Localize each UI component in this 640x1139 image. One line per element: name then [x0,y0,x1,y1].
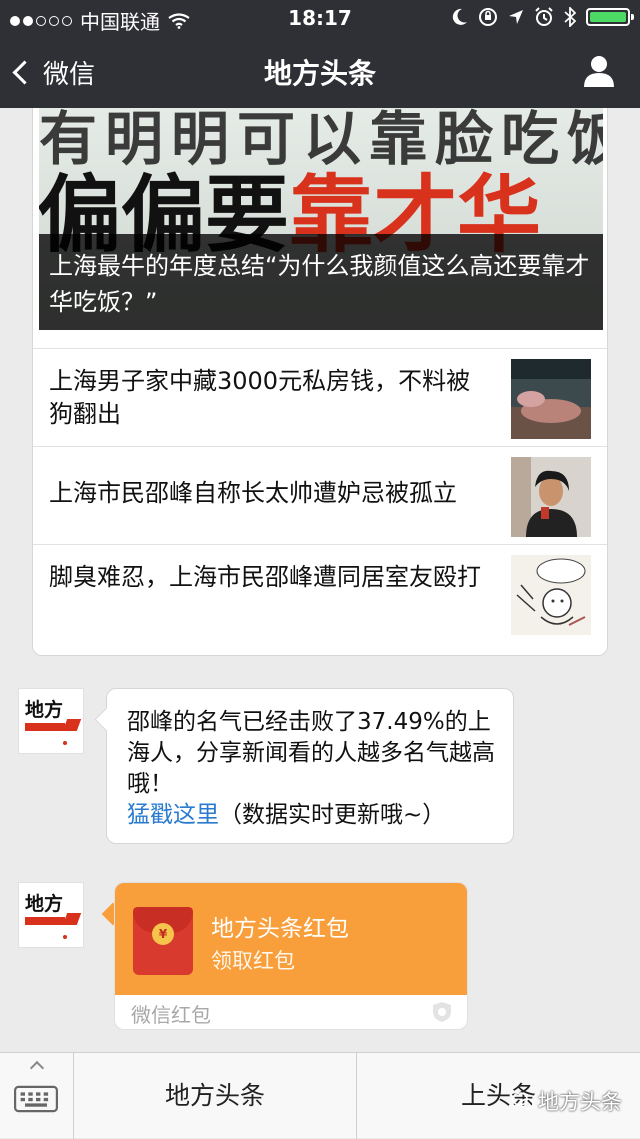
shield-icon [433,1002,451,1022]
logo-flag [62,719,82,731]
logo-dot [63,935,67,939]
red-packet-title: 地方头条红包 [211,916,349,942]
account-avatar[interactable]: 地方 [18,688,84,754]
message-bubble: 邵峰的名气已经击败了37.49%的上海人，分享新闻看的人越多名气越高哦！ 猛戳这… [106,688,514,844]
hero-article[interactable]: 有明明可以靠脸吃饭 偏偏要靠才华 上海最牛的年度总结“为什么我颜值这么高还要靠才… [39,108,603,330]
red-packet-subtitle: 领取红包 [211,949,295,973]
red-packet-body: ¥ 地方头条红包 领取红包 [115,883,467,995]
alarm-icon [535,7,553,26]
news-thumbnail-person [511,457,591,537]
message-suffix: （数据实时更新哦~） [219,802,446,828]
keyboard-icon [14,1085,58,1113]
page-title: 地方头条 [263,57,376,90]
news-list-item[interactable]: 上海市民邵峰自称长太帅遭妒忌被孤立 [33,446,607,544]
message-text-block: 邵峰的名气已经击败了37.49%的上海人，分享新闻看的人越多名气越高哦！ 猛戳这… [127,707,499,831]
bluetooth-icon [564,7,576,27]
menu-tab-difang[interactable]: 地方头条 [74,1053,357,1139]
account-avatar[interactable]: 地方 [18,882,84,948]
red-packet-message[interactable]: ¥ 地方头条红包 领取红包 微信红包 [114,882,468,1030]
news-list-item[interactable]: 脚臭难忍，上海市民邵峰遭同居室友殴打 [33,544,607,642]
news-thumbnail-cartoon [511,555,591,635]
lock-rotation-icon [479,8,497,26]
watermark-text: 地方头条 [538,1090,622,1114]
moon-icon [452,8,467,25]
news-title: 脚臭难忍，上海市民邵峰遭同居室友殴打 [49,563,481,591]
logo-dot [63,741,67,745]
watermark: 地方头条 [512,1086,622,1116]
avatar-logo-text: 地方 [25,893,64,915]
news-title: 上海市民邵峰自称长太帅遭妒忌被孤立 [49,479,457,507]
location-icon [509,10,523,24]
red-envelope-icon: ¥ [133,907,193,975]
logo-stripe [25,917,65,925]
wechat-logo-icon [512,1092,534,1110]
message-text: 邵峰的名气已经击败了37.49%的上海人，分享新闻看的人越多名气越高哦！ [127,709,495,797]
hero-headline: 上海最牛的年度总结“为什么我颜值这么高还要靠才华吃饭？” [49,252,590,316]
battery-icon [586,8,634,26]
profile-icon[interactable] [582,54,616,88]
status-bar: 中国联通 18:17 [0,0,640,36]
logo-stripe [25,723,65,731]
red-packet-footer: 微信红包 [131,1003,211,1027]
news-title: 上海男子家中藏3000元私房钱，不料被狗翻出 [49,367,471,428]
logo-flag [62,913,82,925]
caret-up-icon [29,1060,45,1076]
news-thumbnail-dog [511,359,591,439]
coin-icon: ¥ [152,923,174,945]
news-list-item[interactable]: 上海男子家中藏3000元私房钱，不料被狗翻出 [33,348,607,446]
navigation-bar: 微信 地方头条 [0,36,640,108]
keyboard-toggle-button[interactable] [0,1053,74,1139]
message-link[interactable]: 猛戳这里 [127,802,219,828]
news-card: 有明明可以靠脸吃饭 偏偏要靠才华 上海最牛的年度总结“为什么我颜值这么高还要靠才… [32,108,608,656]
avatar-logo-text: 地方 [25,699,64,721]
